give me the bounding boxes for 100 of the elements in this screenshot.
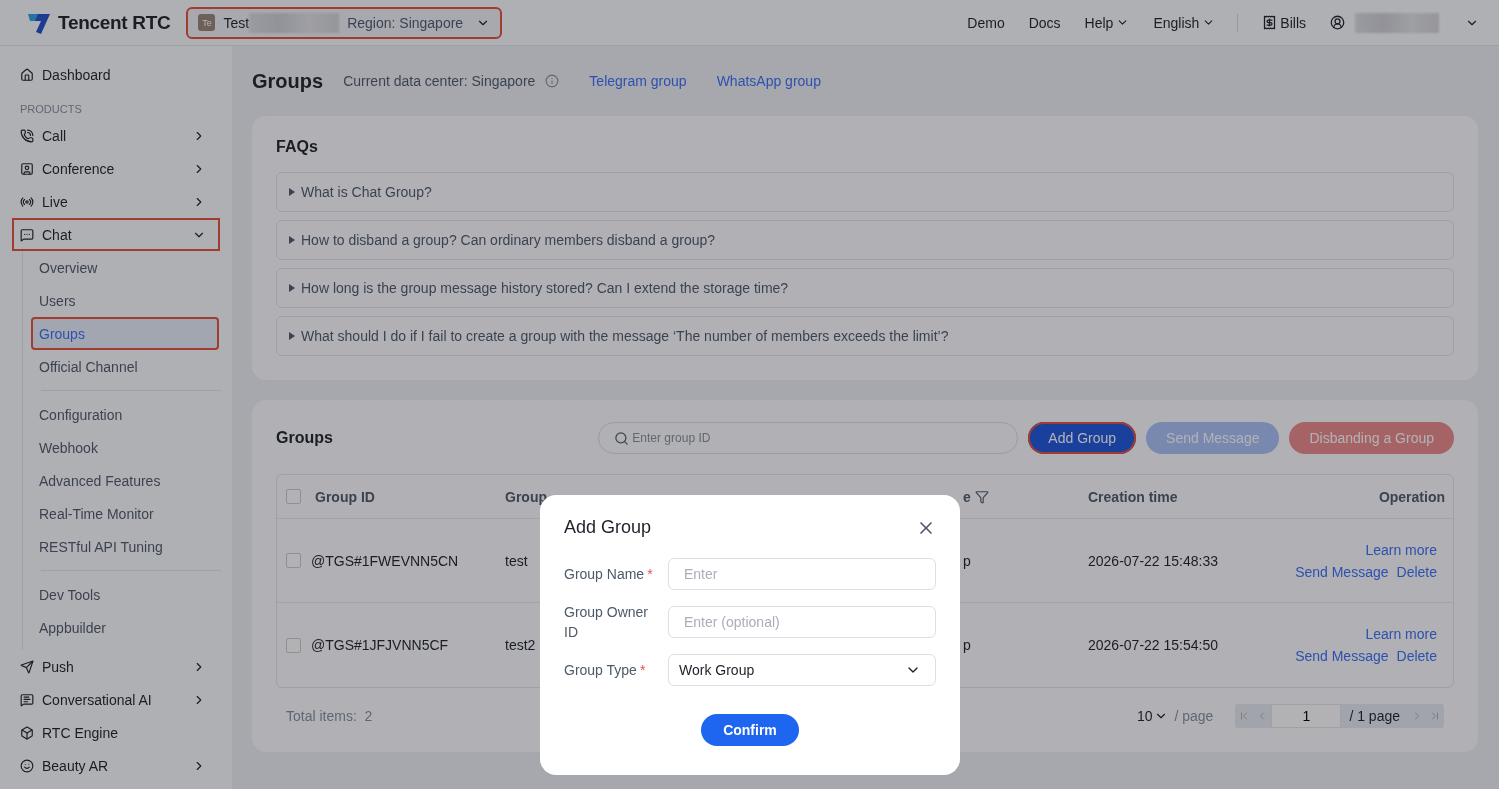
input-field[interactable]: Enter (optional) [668, 606, 936, 638]
action-link[interactable]: Delete [1396, 563, 1437, 580]
brand-name: Tencent RTC [58, 11, 171, 34]
input-field[interactable]: Enter [668, 558, 936, 590]
caret-icon [289, 332, 295, 340]
sidebar-item[interactable]: Conference [12, 152, 220, 185]
app-name: Test [223, 14, 250, 31]
caret-icon [289, 236, 295, 244]
faq-question: How to disband a group? Can ordinary members disband a group? [301, 232, 716, 248]
group-link[interactable]: Telegram group [589, 73, 687, 89]
home-icon [20, 67, 34, 82]
sidebar-item[interactable]: Push [12, 650, 220, 683]
filter-icon[interactable] [974, 489, 989, 504]
sidebar-subitem[interactable]: Users [31, 284, 219, 317]
column-header: Operation [1377, 488, 1446, 505]
nav-link[interactable]: Docs [1028, 14, 1061, 31]
faq-item[interactable]: How long is the group message history stored? Can I extend the storage time? [276, 268, 1454, 308]
sidebar-subitem[interactable]: Appbuilder [31, 611, 219, 644]
nav-icon [20, 659, 34, 674]
field-label: Group Type * [564, 661, 647, 680]
page-input[interactable]: 1 [1271, 704, 1342, 728]
nav-icon [20, 128, 34, 143]
bill-icon [1262, 15, 1278, 30]
nav-link[interactable]: Demo [967, 14, 1005, 31]
column-header: Group [505, 488, 548, 505]
action-link[interactable]: Learn more [1365, 626, 1437, 642]
per-page-label: / page [1174, 708, 1214, 724]
sidebar-subitem[interactable]: Advanced Features [31, 464, 219, 497]
sidebar-item[interactable]: Call [12, 119, 220, 152]
sidebar-subitem[interactable]: Real-Time Monitor [31, 497, 219, 530]
app-avatar: Te [198, 14, 216, 31]
sidebar-item[interactable]: Beauty AR [12, 749, 220, 782]
table-cell-text: p [963, 637, 972, 653]
caret-icon [289, 284, 295, 292]
nav-icon [20, 725, 34, 740]
checkbox[interactable] [286, 637, 301, 653]
checkbox[interactable] [286, 489, 301, 504]
nav-link[interactable]: Help [1084, 14, 1130, 31]
search-icon [614, 431, 630, 446]
sidebar-subitem[interactable]: RESTful API Tuning [31, 530, 219, 563]
page-title: Groups [252, 69, 324, 93]
action-link[interactable]: Learn more [1365, 541, 1437, 558]
action-link[interactable]: Send Message [1295, 648, 1389, 664]
faq-item[interactable]: What should I do if I fail to create a group with the message ‘The number of members exceeds the limit’? [276, 316, 1454, 356]
nav-icon [20, 161, 34, 176]
faq-question: What is Chat Group? [301, 184, 432, 200]
action-link[interactable]: Delete [1396, 648, 1437, 664]
dialog-title: Add Group [564, 517, 652, 538]
table-cell: @TGS#1FWEVNN5CN [277, 552, 505, 569]
table-cell-text: 2026-07-22 15:54:50 [1088, 637, 1219, 653]
group-link[interactable]: WhatsApp group [716, 73, 821, 89]
faq-item[interactable]: How to disband a group? Can ordinary members disband a group? [276, 220, 1454, 260]
section-label: PRODUCTS [19, 102, 83, 117]
caret-icon [289, 188, 295, 196]
sidebar-subitem[interactable]: Groups [31, 317, 219, 350]
total-items: Total items: 2 [286, 708, 373, 724]
table-cell-text: p [963, 552, 972, 569]
nav-icon [20, 227, 34, 242]
faq-item[interactable]: What is Chat Group? [276, 172, 1454, 212]
column-header: Group ID [277, 488, 505, 505]
sidebar-item[interactable]: Live [12, 185, 220, 218]
sidebar-subitem[interactable]: Dev Tools [31, 578, 219, 611]
sidebar-subitem[interactable]: Webhook [31, 431, 219, 464]
action-link[interactable]: Send Message [1295, 563, 1389, 580]
page-size-select[interactable]: 10 [1136, 708, 1169, 724]
region-label: Region: Singapore [347, 14, 464, 31]
nav-icon [20, 758, 34, 773]
nav-icon [20, 692, 34, 707]
checkbox[interactable] [286, 553, 301, 568]
sidebar-subitem[interactable]: Overview [31, 251, 219, 284]
table-cell-text: test2 [505, 637, 537, 653]
table-cell: @TGS#1JFJVNN5CF [277, 637, 505, 653]
nav-link[interactable]: English [1153, 14, 1216, 31]
select-field[interactable]: Work Group [668, 654, 936, 686]
sidebar-item[interactable]: Dashboard [12, 58, 220, 91]
sidebar-subitem[interactable]: Configuration [31, 398, 219, 431]
table-cell-text: 2026-07-22 15:48:33 [1088, 552, 1219, 569]
card-title: Groups [276, 429, 333, 447]
field-label: Group Owner ID [564, 603, 650, 642]
faq-question: What should I do if I fail to create a group with the message ‘The number of members exceeds the limit’? [301, 328, 949, 344]
column-header: e [963, 488, 1088, 505]
table-cell-text: test [505, 552, 529, 569]
card-title: FAQs [276, 138, 319, 156]
bills-link[interactable]: Bills [1262, 14, 1306, 31]
confirm-button[interactable]: Confirm [701, 714, 799, 746]
search-field[interactable]: Enter group ID [598, 422, 1019, 454]
sidebar-item[interactable]: RTC Engine [12, 716, 220, 749]
app-selector[interactable]: Te Test Region: Singapore [186, 6, 503, 39]
field-label: Group Name * [564, 565, 654, 584]
info-icon[interactable] [545, 74, 560, 88]
faq-question: How long is the group message history stored? Can I extend the storage time? [301, 280, 789, 296]
sidebar-subitem[interactable]: Official Channel [31, 350, 219, 383]
action-button[interactable]: Add Group [1028, 422, 1137, 454]
page-count: / 1 page [1348, 708, 1401, 724]
column-header: Creation time [1088, 488, 1179, 505]
data-center-label: Current data center: Singapore [343, 73, 536, 89]
nav-icon [20, 194, 34, 209]
user-icon[interactable] [1330, 15, 1345, 30]
sidebar-item[interactable]: Chat [12, 218, 220, 251]
sidebar-item[interactable]: Conversational AI [12, 683, 220, 716]
